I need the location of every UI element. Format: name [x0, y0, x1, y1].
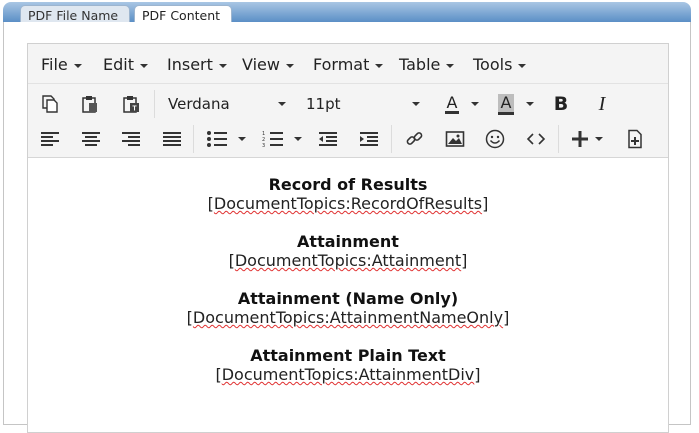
numbered-list-icon: 123 — [262, 131, 283, 148]
clipboard-icon — [82, 96, 97, 113]
chevron-down-icon — [518, 63, 527, 68]
align-right-icon — [122, 132, 140, 146]
chevron-down-icon — [526, 102, 535, 106]
merge-field: [DocumentTopics:RecordOfResults] — [207, 194, 489, 213]
outdent-icon — [319, 132, 337, 146]
section-heading: Attainment Plain Text — [250, 346, 446, 365]
toolbar-separator — [154, 90, 155, 118]
chevron-down-icon — [238, 137, 246, 141]
chevron-down-icon — [285, 63, 294, 68]
content-block: Record of Results [DocumentTopics:Record… — [28, 175, 668, 213]
section-heading: Attainment (Name Only) — [237, 289, 459, 308]
content-block: Attainment (Name Only) [DocumentTopics:A… — [28, 289, 668, 327]
numbered-list-button[interactable]: 123 — [259, 128, 305, 150]
outdent-button[interactable] — [315, 128, 341, 150]
content-block: Attainment [DocumentTopics:Attainment] — [28, 232, 668, 270]
align-center-button[interactable] — [78, 128, 104, 150]
merge-field: [DocumentTopics:Attainment] — [228, 251, 468, 270]
justify-button[interactable] — [159, 128, 185, 150]
new-document-button[interactable] — [622, 128, 648, 150]
insert-image-button[interactable] — [442, 128, 468, 150]
toolbar-separator — [193, 125, 194, 153]
menu-edit[interactable]: Edit — [103, 55, 148, 74]
chevron-down-icon — [73, 63, 82, 68]
rich-text-editor: File Edit Insert View Format Table Tools… — [27, 43, 669, 433]
section-heading: Attainment — [297, 232, 399, 251]
menu-format[interactable]: Format — [313, 55, 384, 74]
new-document-icon — [628, 129, 642, 149]
content-block: Attainment Plain Text [DocumentTopics:At… — [28, 346, 668, 384]
font-family-select[interactable]: Verdana — [168, 95, 286, 113]
chevron-down-icon — [375, 63, 384, 68]
text-color-icon: A — [444, 92, 460, 114]
source-code-button[interactable] — [523, 128, 549, 150]
indent-icon — [360, 132, 378, 146]
text-color-button[interactable]: A — [439, 92, 485, 116]
menu-bar: File Edit Insert View Format Table Tools — [28, 44, 668, 84]
font-size-select[interactable]: 11pt — [306, 95, 420, 113]
align-justify-icon — [163, 132, 181, 146]
editor-toolbar: T Verdana 11pt A A B I 123 — [28, 84, 668, 158]
menu-view[interactable]: View — [242, 55, 294, 74]
section-heading: Record of Results — [268, 175, 428, 194]
merge-field: [DocumentTopics:AttainmentDiv] — [215, 365, 481, 384]
bullet-list-button[interactable] — [203, 128, 249, 150]
chevron-down-icon — [446, 63, 455, 68]
align-left-icon — [41, 132, 59, 146]
menu-insert[interactable]: Insert — [167, 55, 227, 74]
chevron-down-icon — [412, 102, 420, 106]
menu-file[interactable]: File — [41, 55, 82, 74]
menu-tools[interactable]: Tools — [473, 55, 527, 74]
bullet-list-icon — [207, 131, 227, 147]
highlight-icon: A — [497, 93, 515, 115]
copy-icon — [42, 95, 58, 113]
chevron-down-icon — [294, 137, 302, 141]
indent-button[interactable] — [356, 128, 382, 150]
menu-table[interactable]: Table — [399, 55, 455, 74]
insert-plus-button[interactable] — [567, 128, 607, 150]
align-left-button[interactable] — [37, 128, 63, 150]
cut-button[interactable] — [77, 93, 103, 115]
insert-emoji-button[interactable] — [482, 128, 508, 150]
smiley-icon — [485, 129, 505, 149]
copy-button[interactable] — [37, 93, 63, 115]
image-icon — [445, 131, 465, 147]
toolbar-separator — [391, 125, 392, 153]
paste-text-button[interactable]: T — [118, 93, 144, 115]
svg-text:T: T — [132, 106, 137, 113]
link-icon — [406, 132, 423, 145]
code-icon — [526, 133, 546, 145]
paste-text-icon: T — [123, 96, 139, 113]
tab-bar: PDF File Name PDF Content — [3, 2, 691, 24]
chevron-down-icon — [218, 63, 227, 68]
align-right-button[interactable] — [118, 128, 144, 150]
plus-icon — [572, 131, 588, 147]
chevron-down-icon — [595, 137, 603, 141]
chevron-down-icon — [471, 102, 480, 106]
italic-button[interactable]: I — [591, 92, 613, 116]
toolbar-separator — [558, 125, 559, 153]
highlight-color-button[interactable]: A — [493, 92, 539, 116]
chevron-down-icon — [278, 102, 286, 106]
insert-link-button[interactable] — [402, 128, 428, 150]
align-center-icon — [82, 132, 100, 146]
editor-content[interactable]: Record of Results [DocumentTopics:Record… — [28, 158, 668, 432]
merge-field: [DocumentTopics:AttainmentNameOnly] — [186, 308, 510, 327]
chevron-down-icon — [139, 63, 148, 68]
bold-button[interactable]: B — [550, 92, 572, 116]
svg-text:3: 3 — [262, 143, 265, 148]
